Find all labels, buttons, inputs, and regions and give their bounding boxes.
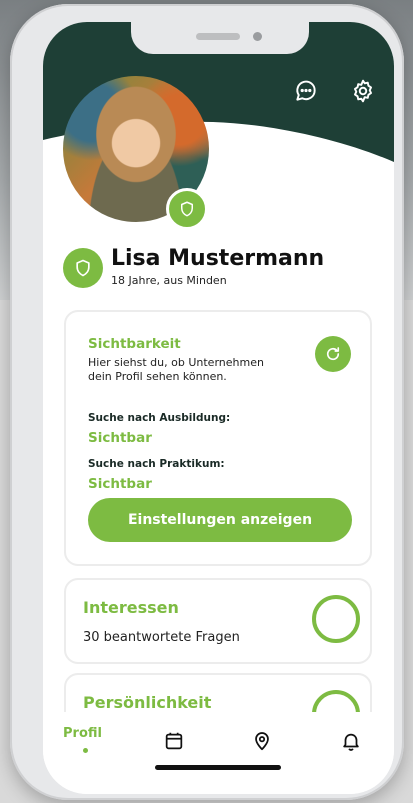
- search-training-label: Suche nach Ausbildung:: [88, 412, 231, 424]
- interests-subtitle: 30 beantwortete Fragen: [83, 630, 240, 645]
- tab-profil[interactable]: Profil: [63, 726, 102, 741]
- phone-speaker: [196, 33, 240, 40]
- shield-icon: [166, 188, 208, 230]
- profile-name: Lisa Mustermann: [111, 246, 325, 271]
- phone-frame: Lisa Mustermann 18 Jahre, aus Minden Sic…: [10, 4, 404, 800]
- calendar-icon[interactable]: [163, 730, 185, 756]
- search-training-value: Sichtbar: [88, 430, 152, 446]
- visibility-card: Sichtbarkeit Hier siehst du, ob Unterneh…: [64, 310, 372, 566]
- verified-shield-icon: [63, 248, 103, 288]
- visibility-description: Hier siehst du, ob Unternehmen dein Prof…: [88, 356, 264, 383]
- bottom-tab-bar: Profil: [43, 712, 394, 794]
- interests-progress-ring: [312, 595, 360, 643]
- gear-icon[interactable]: [350, 78, 376, 104]
- interests-title: Interessen: [83, 598, 179, 617]
- chat-bubble-icon[interactable]: [293, 78, 319, 104]
- phone-camera: [253, 32, 262, 41]
- search-internship-value: Sichtbar: [88, 476, 152, 492]
- show-settings-button[interactable]: Einstellungen anzeigen: [88, 498, 352, 542]
- home-indicator[interactable]: [155, 765, 281, 770]
- active-tab-indicator: [83, 748, 88, 753]
- visibility-title: Sichtbarkeit: [88, 336, 181, 352]
- personality-title: Persönlichkeit: [83, 693, 212, 712]
- interests-card[interactable]: Interessen 30 beantwortete Fragen: [64, 578, 372, 664]
- profile-subtitle: 18 Jahre, aus Minden: [111, 274, 227, 287]
- bell-icon[interactable]: [340, 730, 362, 756]
- app-screen: Lisa Mustermann 18 Jahre, aus Minden Sic…: [43, 22, 394, 794]
- location-pin-icon[interactable]: [251, 730, 273, 756]
- search-internship-label: Suche nach Praktikum:: [88, 458, 225, 470]
- refresh-icon[interactable]: [315, 336, 351, 372]
